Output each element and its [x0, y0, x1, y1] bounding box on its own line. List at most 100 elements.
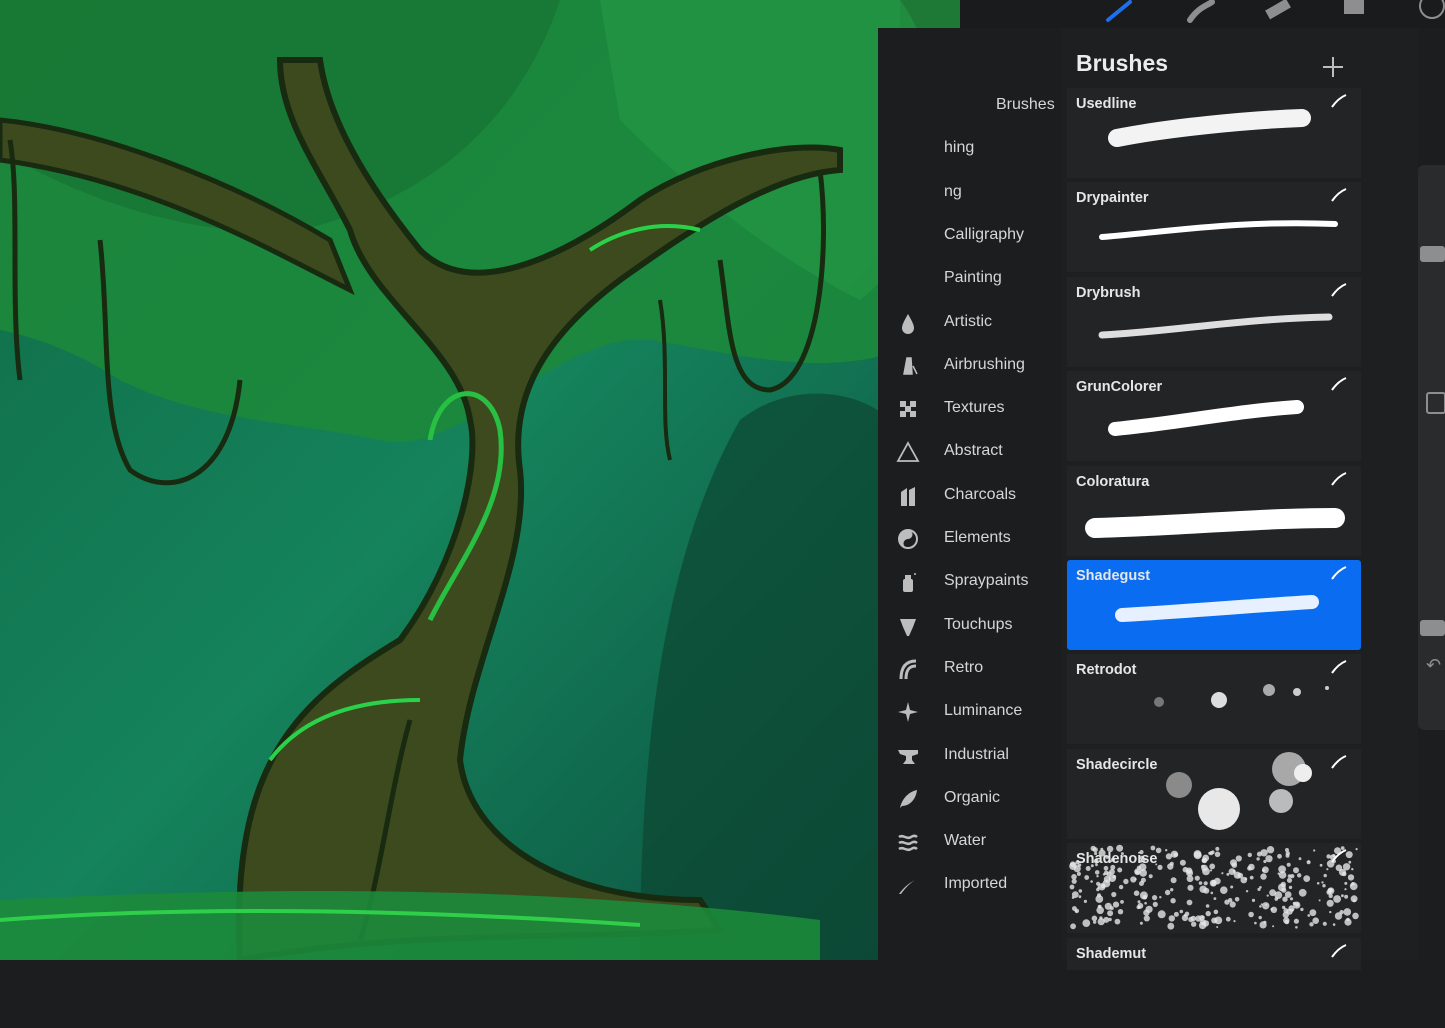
brush-set-spraypaints[interactable]: Spraypaints — [878, 562, 1062, 602]
eraser-tool-button[interactable] — [1258, 0, 1298, 24]
brush-sets-list: Brushes hing ng Calligraphy Painting Artistic… — [878, 28, 1062, 960]
brush-item-shadegust[interactable]: Shadegust — [1067, 560, 1361, 650]
brush-set-label: Industrial — [944, 745, 1009, 763]
brush-set-elements[interactable]: Elements — [878, 519, 1062, 559]
brush-set-label: Spraypaints — [944, 572, 1029, 590]
smudge-tool-button[interactable] — [1180, 0, 1220, 24]
brush-set-label: Organic — [944, 788, 1001, 806]
brush-item-drypainter[interactable]: Drypainter — [1067, 182, 1361, 273]
undo-icon[interactable]: ↶ — [1426, 655, 1441, 676]
brush-item-shademut[interactable]: Shademut — [1067, 937, 1361, 970]
brush-set-organic[interactable]: Organic — [878, 779, 1062, 819]
add-brush-button[interactable] — [1320, 54, 1346, 80]
brush-set-touchups[interactable]: Touchups — [878, 606, 1062, 646]
brush-set-icon — [896, 181, 920, 205]
plus-icon — [1323, 57, 1343, 77]
brush-set-label: Elements — [944, 529, 1011, 546]
spraycan-icon — [896, 570, 920, 594]
brush-set-label: Brushes — [996, 96, 1055, 113]
leaf-icon — [896, 787, 920, 811]
brush-set-painting[interactable]: Painting — [878, 259, 1062, 299]
brush-set-label: Water — [944, 832, 987, 850]
brush-stroke-icon — [1331, 282, 1347, 297]
brush-set-icon — [896, 137, 920, 161]
brush-tool-button[interactable] — [1100, 0, 1140, 24]
brush-set-label: Airbrushing — [944, 355, 1025, 373]
brush-set-calligraphy[interactable]: Calligraphy — [878, 216, 1062, 256]
brush-set-label: ng — [944, 182, 962, 200]
waves-icon — [896, 830, 920, 854]
brush-stroke-icon — [1331, 943, 1347, 958]
brush-set-textures[interactable]: Textures — [878, 389, 1062, 429]
brush-name: Drypainter — [1076, 190, 1149, 207]
brush-stroke-icon — [1331, 660, 1347, 674]
brush-name: Retrodot — [1076, 662, 1137, 679]
sparkle-icon — [896, 700, 920, 724]
brush-set-label: Luminance — [944, 702, 1023, 720]
brush-name: Coloratura — [1076, 473, 1150, 490]
brush-item-coloratura[interactable]: Coloratura — [1067, 465, 1361, 556]
top-toolbar — [960, 0, 1445, 28]
opacity-slider[interactable] — [1420, 620, 1445, 636]
brush-set-luminance[interactable]: Luminance — [878, 692, 1062, 732]
brush-set-industrial[interactable]: Industrial — [878, 736, 1062, 776]
airbrush-icon — [896, 354, 920, 378]
brush-set-label: Imported — [944, 875, 1008, 893]
feather-icon — [896, 873, 920, 897]
brush-set-airbrushing[interactable]: Airbrushing — [878, 346, 1062, 386]
brush-name: Shademut — [1076, 945, 1147, 962]
brush-name: Shadecircle — [1076, 756, 1158, 773]
brush-set-retro[interactable]: Retro — [878, 649, 1062, 689]
brush-size-slider[interactable] — [1420, 246, 1445, 262]
touchup-icon — [896, 614, 920, 638]
brush-stroke-icon — [1331, 188, 1347, 202]
brush-set-label: Abstract — [944, 442, 1003, 460]
brush-set-water[interactable]: Water — [878, 822, 1062, 862]
brush-set-hing[interactable]: hing — [878, 129, 1062, 169]
brush-stroke-icon — [1331, 471, 1347, 486]
charcoal-icon — [896, 484, 920, 508]
brush-set-ng[interactable]: ng — [878, 173, 1062, 213]
brush-set-imported[interactable]: Imported — [878, 865, 1062, 905]
brush-stroke-icon — [1331, 566, 1347, 580]
brush-set-icon — [896, 94, 920, 118]
smudge-icon — [1187, 0, 1215, 23]
yin-yang-icon — [896, 527, 920, 551]
brush-set-artistic[interactable]: Artistic — [878, 303, 1062, 343]
brush-name: Usedline — [1076, 96, 1137, 112]
rainbow-icon — [896, 657, 920, 681]
layers-icon — [1344, 0, 1364, 14]
anvil-icon — [896, 744, 920, 768]
brush-set-brushes[interactable]: Brushes — [878, 86, 1062, 126]
brush-set-label: Artistic — [944, 312, 992, 330]
brush-set-label: Painting — [944, 269, 1002, 287]
brush-name: Drybrush — [1076, 284, 1141, 301]
triangle-icon — [896, 440, 920, 464]
brush-set-icon — [896, 267, 920, 291]
brush-item-gruncolorer[interactable]: GrunColorer — [1067, 371, 1361, 462]
brush-stroke-icon — [1331, 849, 1347, 863]
brush-set-label: hing — [944, 139, 975, 157]
brush-item-drybrush[interactable]: Drybrush — [1067, 276, 1361, 367]
brush-stroke-icon — [1331, 377, 1347, 391]
brush-set-abstract[interactable]: Abstract — [878, 432, 1062, 472]
brush-item-shadecircle[interactable]: Shadecircle — [1067, 748, 1361, 839]
brush-set-label: Retro — [944, 658, 984, 676]
color-button[interactable] — [1410, 0, 1445, 24]
brush-set-charcoals[interactable]: Charcoals — [878, 476, 1062, 516]
brush-set-label: Calligraphy — [944, 225, 1025, 243]
modify-button[interactable] — [1426, 392, 1445, 414]
brush-item-usedline[interactable]: Usedline — [1067, 88, 1361, 178]
brush-stroke-icon — [1331, 94, 1347, 108]
brush-name: Shadegust — [1076, 568, 1151, 584]
brush-icon — [1106, 0, 1132, 22]
brush-set-label: Touchups — [944, 615, 1013, 633]
brush-set-icon — [896, 224, 920, 248]
eraser-icon — [1265, 0, 1291, 20]
panel-title: Brushes — [1076, 50, 1169, 76]
color-icon — [1419, 0, 1445, 19]
brush-item-shadenoise[interactable]: Shadenoise — [1067, 843, 1361, 934]
ink-drop-icon — [896, 311, 920, 335]
brush-item-retrodot[interactable]: Retrodot — [1067, 654, 1361, 745]
layers-tool-button[interactable] — [1336, 0, 1376, 24]
